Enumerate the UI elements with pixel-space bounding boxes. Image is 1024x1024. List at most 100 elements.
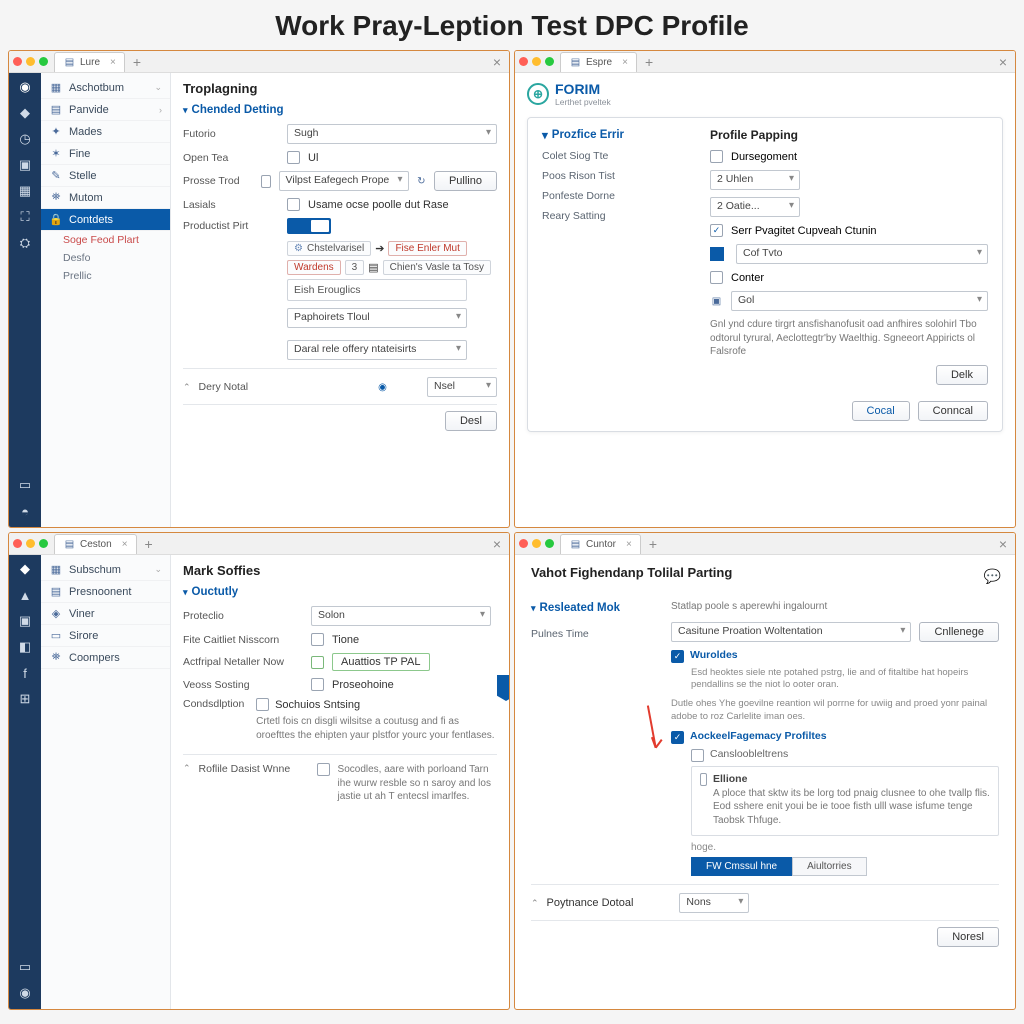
select[interactable]: 2 Oatie... [710,197,800,217]
help-icon[interactable]: ▭ [17,959,33,975]
modal-nav-item[interactable]: Poos Rison Tist [542,166,692,186]
cloud-icon[interactable]: ▭ [17,477,33,493]
browser-tab[interactable]: ▤Ceston× [54,534,137,554]
modal-nav-header[interactable]: ▾Prozfice Errir [542,128,692,142]
checkbox-highlighted[interactable] [311,656,324,669]
min-dot[interactable] [532,539,541,548]
select[interactable]: Paphoirets Tloul [287,308,467,328]
max-dot[interactable] [39,57,48,66]
sidebar-item[interactable]: ▭Sirore [41,625,170,647]
checkbox[interactable] [700,773,707,786]
sidebar-sub-item[interactable]: Desfo [41,249,170,267]
user-icon[interactable]: ◆ [17,105,33,121]
refresh-icon[interactable]: ↻ [417,175,426,188]
sidebar-item[interactable]: ◈Viner [41,603,170,625]
browser-tab[interactable]: ▤Cuntor× [560,534,641,554]
new-tab-button[interactable]: + [645,54,653,70]
browser-tab[interactable]: ▤Espre× [560,52,637,72]
next-select[interactable]: Nsel [427,377,497,397]
section-toggle[interactable]: ▾Resleated Mok [531,602,651,614]
chevron-icon[interactable]: ⌃ [183,763,191,774]
sidebar-item[interactable]: ▦Aschotbum⌄ [41,77,170,99]
select[interactable]: 2 Uhlen [710,170,800,190]
select[interactable]: Daral rele offery ntateisirts [287,340,467,360]
checkbox[interactable] [317,763,330,776]
tag-error[interactable]: Fise Enler Mut [388,241,466,256]
chevron-icon[interactable]: ⌃ [531,898,539,909]
checkbox[interactable] [311,633,324,646]
gear-icon[interactable]: ⛭ [17,235,33,251]
section-toggle[interactable]: ▾Chended Detting [183,104,497,116]
close-dot[interactable] [13,57,22,66]
checkbox[interactable] [311,678,324,691]
checkbox-checked[interactable] [710,224,723,237]
window-close-icon[interactable]: × [995,536,1011,552]
tag[interactable]: Chien's Vasle ta Tosy [383,260,491,275]
chat-icon[interactable]: 💬 [986,570,999,583]
settings-icon[interactable]: ⊞ [17,691,33,707]
max-dot[interactable] [39,539,48,548]
select-futorio[interactable]: Sugh [287,124,497,144]
checkbox[interactable] [710,271,723,284]
checkbox[interactable] [691,749,704,762]
sidebar-item[interactable]: ▤Panvide› [41,99,170,121]
color-swatch[interactable] [710,247,724,261]
close-tab-icon[interactable]: × [626,539,632,550]
modal-nav-item[interactable]: Ponfeste Dorne [542,186,692,206]
user-icon[interactable]: ▲ [17,587,33,603]
info-icon[interactable]: ◉ [376,381,389,394]
checkbox-checked[interactable] [671,731,684,744]
globe-icon[interactable]: ◉ [17,79,33,95]
sidebar-item[interactable]: ✎Stelle [41,165,170,187]
sidebar-item[interactable]: ✦Mades [41,121,170,143]
sidebar-item[interactable]: ⛯Coompers [41,647,170,669]
checkbox-checked[interactable] [671,650,684,663]
done-button[interactable]: Desl [445,411,497,431]
help-icon[interactable]: ◓ [17,503,33,519]
share-icon[interactable]: f [17,665,33,681]
close-dot[interactable] [13,539,22,548]
min-dot[interactable] [26,539,35,548]
min-dot[interactable] [532,57,541,66]
max-dot[interactable] [545,57,554,66]
mini-tab-active[interactable]: FW Cmssul hne [691,857,792,876]
cancel-button[interactable]: Conncal [918,401,988,421]
close-tab-icon[interactable]: × [622,57,628,68]
select[interactable]: Casitune Proation Woltentation [671,622,911,642]
sidebar-item[interactable]: ✶Fine [41,143,170,165]
modal-nav-item[interactable]: Colet Siog Tte [542,146,692,166]
checkbox[interactable] [256,698,269,711]
home-icon[interactable]: ◆ [17,561,33,577]
select[interactable]: Cof Tvto [736,244,988,264]
ok-button[interactable]: Cocal [852,401,910,421]
select[interactable]: Gol [731,291,988,311]
tag[interactable]: ⚙Chstelvarisel [287,241,371,256]
checkbox[interactable] [710,150,723,163]
sidebar-sub-item[interactable]: Soge Feod Plart [41,231,170,249]
sidebar-item-active[interactable]: 🔒Contdets [41,209,170,231]
sidebar-item[interactable]: ▤Presnoonent [41,581,170,603]
done-button[interactable]: Noresl [937,927,999,947]
chart-icon[interactable]: ⛶ [17,209,33,225]
min-dot[interactable] [26,57,35,66]
toggle-switch[interactable] [287,218,331,234]
select[interactable]: Solon [311,606,491,626]
challenge-button[interactable]: Cnllenege [919,622,999,642]
checkbox[interactable] [287,198,300,211]
new-tab-button[interactable]: + [133,54,141,70]
clock-icon[interactable]: ◷ [17,131,33,147]
gear-icon[interactable]: ◉ [17,985,33,1001]
window-close-icon[interactable]: × [995,54,1011,70]
list-icon[interactable]: ▣ [17,613,33,629]
close-dot[interactable] [519,57,528,66]
list-box[interactable]: Eish Erouglics [287,279,467,301]
select-prosse[interactable]: Vilpst Eafegech Prope [279,171,409,191]
sidebar-sub-item[interactable]: Prellic [41,267,170,285]
mini-tab[interactable]: Aiultorries [792,857,866,876]
doc-icon[interactable]: ▣ [17,157,33,173]
sidebar-item[interactable]: ▦Subschum⌄ [41,559,170,581]
chevron-icon[interactable]: ⌃ [183,382,191,393]
checkbox[interactable] [287,151,300,164]
modal-nav-item[interactable]: Reary Satting [542,206,692,226]
browser-tab[interactable]: ▤Lure× [54,52,125,72]
